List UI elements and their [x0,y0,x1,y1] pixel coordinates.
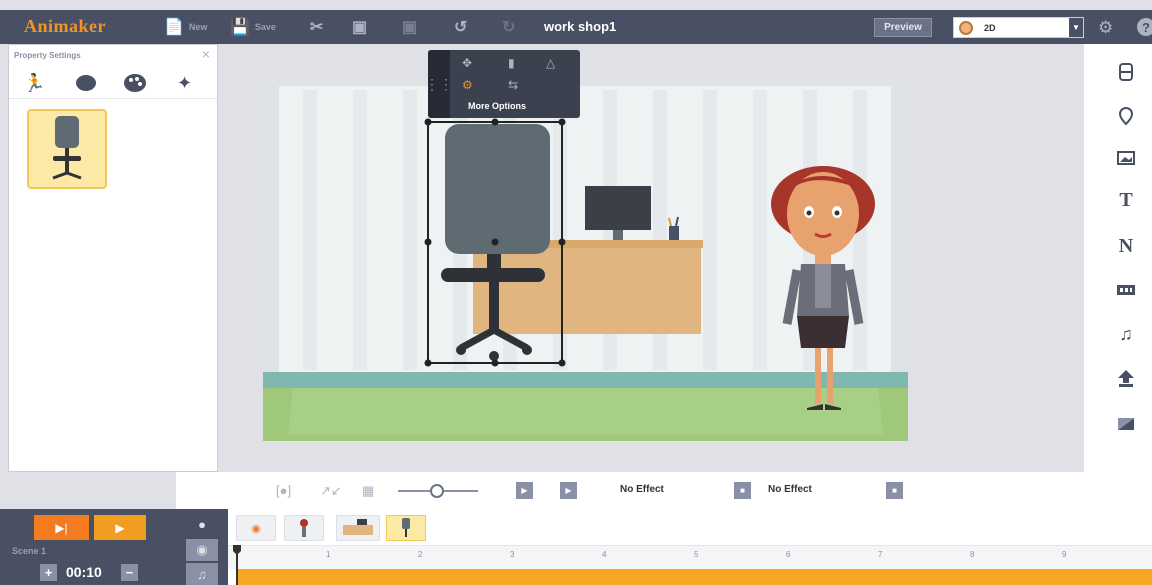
exit-effect-button[interactable]: ■ [734,482,751,499]
tool-rail: T N ♫ [1084,44,1152,509]
camera-icon[interactable]: ◉ [186,539,218,561]
save-icon: 💾 [230,19,250,36]
chair-icon [52,116,82,180]
scene-duration: 00:10 [66,564,102,580]
property-tabs: 🏃 ✦ [9,69,217,99]
new-button[interactable]: 📄 New [164,10,207,44]
copy-icon: ▣ [352,19,368,36]
expand-icon[interactable]: ↗↙ [320,483,342,499]
playhead[interactable] [232,545,242,585]
copy-button[interactable]: ▣ [352,10,367,44]
ruler-tick: 7 [878,550,883,559]
new-file-icon: 📄 [164,19,184,36]
save-button[interactable]: 💾 Save [230,10,276,44]
more-options-link[interactable]: More Options [468,101,526,111]
enter-effect-label[interactable]: No Effect [620,484,664,495]
ruler-tick: 9 [1062,550,1067,559]
scene-label: Scene 1 [12,546,47,556]
delete-icon[interactable]: ▮ [508,56,515,70]
close-icon[interactable]: × [202,46,210,62]
increase-duration-button[interactable]: − [121,564,138,581]
move-icon[interactable]: ✥ [462,56,472,70]
object-menu: ⋮⋮ ✥ ▮ △ ⚙ ⇆ More Options [425,50,580,118]
top-toolbar: Animaker 📄 New 💾 Save ✂ ▣ ▣ ↺ ↻ work sho… [0,10,1152,44]
asset-thumbnail-chair[interactable] [27,109,107,189]
upload-icon[interactable] [1114,366,1138,390]
help-icon[interactable]: ? [1137,18,1152,36]
enter-effect-button[interactable]: ▶ [516,482,533,499]
flip-icon[interactable]: △ [546,56,555,70]
background-icon[interactable] [1114,412,1138,436]
gear-icon[interactable]: ⚙ [1098,18,1113,38]
redo-icon: ↻ [502,19,516,36]
exit-effect-toggle[interactable]: ■ [886,482,903,499]
action-effect-button[interactable]: ▶ [560,482,577,499]
office-scene [263,80,908,441]
palette-icon[interactable] [123,73,147,98]
eye-icon[interactable]: ◉ [236,515,276,541]
chair-thumb[interactable] [386,515,426,541]
image-icon[interactable] [1114,146,1138,170]
drag-handle-icon[interactable]: ⋮⋮ [425,50,453,118]
ruler-tick: 3 [510,550,515,559]
character-icon[interactable]: 🏃 [23,73,45,94]
timeline-track: ◉ 1 2 3 4 5 6 7 8 9 [228,509,1152,585]
ruler-tick: 6 [786,550,791,559]
pin-icon[interactable] [1114,104,1138,128]
mode-value: 2D [984,22,996,33]
grid-icon[interactable]: ▦ [362,483,374,499]
scene-icon[interactable] [1114,60,1138,84]
scene-duration-bar[interactable] [236,569,1152,585]
timeline-side-icons: ● ◉ ♫ [180,509,228,585]
character-thumb[interactable] [284,515,324,541]
magic-wand-icon[interactable]: ✦ [177,73,192,94]
character-face-icon [959,20,973,35]
canvas-stage[interactable] [263,80,908,441]
decrease-duration-button[interactable]: + [40,564,57,581]
save-label: Save [254,22,276,32]
desk-thumb[interactable] [336,515,380,541]
ruler-tick: 8 [970,550,975,559]
effect-bar: [●] ↗↙ ▦ ▶ ▶ No Effect ■ No Effect ■ [176,472,1084,509]
undo-icon: ↺ [454,19,468,36]
timeline-ruler[interactable]: 1 2 3 4 5 6 7 8 9 [228,545,1152,569]
text-icon[interactable]: T [1114,188,1138,212]
chevron-down-icon: ▼ [1069,18,1083,37]
property-panel: Property Settings × 🏃 ✦ [8,44,218,472]
cut-button[interactable]: ✂ [310,10,323,44]
paste-icon: ▣ [402,19,418,36]
fit-icon[interactable]: [●] [276,483,291,498]
zoom-slider-handle[interactable] [430,484,444,498]
ruler-tick: 5 [694,550,699,559]
number-icon[interactable]: N [1114,234,1138,258]
redo-button[interactable]: ↻ [502,10,515,44]
new-label: New [188,22,208,32]
ruler-tick: 1 [326,550,331,559]
music-track-icon[interactable]: ♫ [186,563,218,585]
timeline: ▶| ▶ Scene 1 + 00:10 − ● ◉ ♫ ◉ 1 2 3 4 5 [0,509,1152,585]
exit-effect-label[interactable]: No Effect [768,484,812,495]
ruler-tick: 2 [418,550,423,559]
app-logo: Animaker [24,16,106,36]
scissors-icon: ✂ [310,19,324,36]
project-title[interactable]: work shop1 [544,19,616,34]
undo-button[interactable]: ↺ [454,10,467,44]
video-icon[interactable] [1114,278,1138,302]
panel-title: Property Settings [14,51,81,60]
paste-button[interactable]: ▣ [402,10,417,44]
ruler-tick: 4 [602,550,607,559]
swap-icon[interactable]: ⇆ [508,78,518,92]
robot-icon[interactable]: ● [186,513,218,535]
mode-select[interactable]: 2D ▼ [953,17,1084,38]
preview-button[interactable]: Preview [874,18,932,37]
settings-gear-icon[interactable]: ⚙ [462,78,473,92]
shape-icon[interactable] [75,73,97,98]
play-button[interactable]: ▶ [94,515,146,540]
music-icon[interactable]: ♫ [1114,322,1138,346]
play-scene-button[interactable]: ▶| [34,515,89,540]
